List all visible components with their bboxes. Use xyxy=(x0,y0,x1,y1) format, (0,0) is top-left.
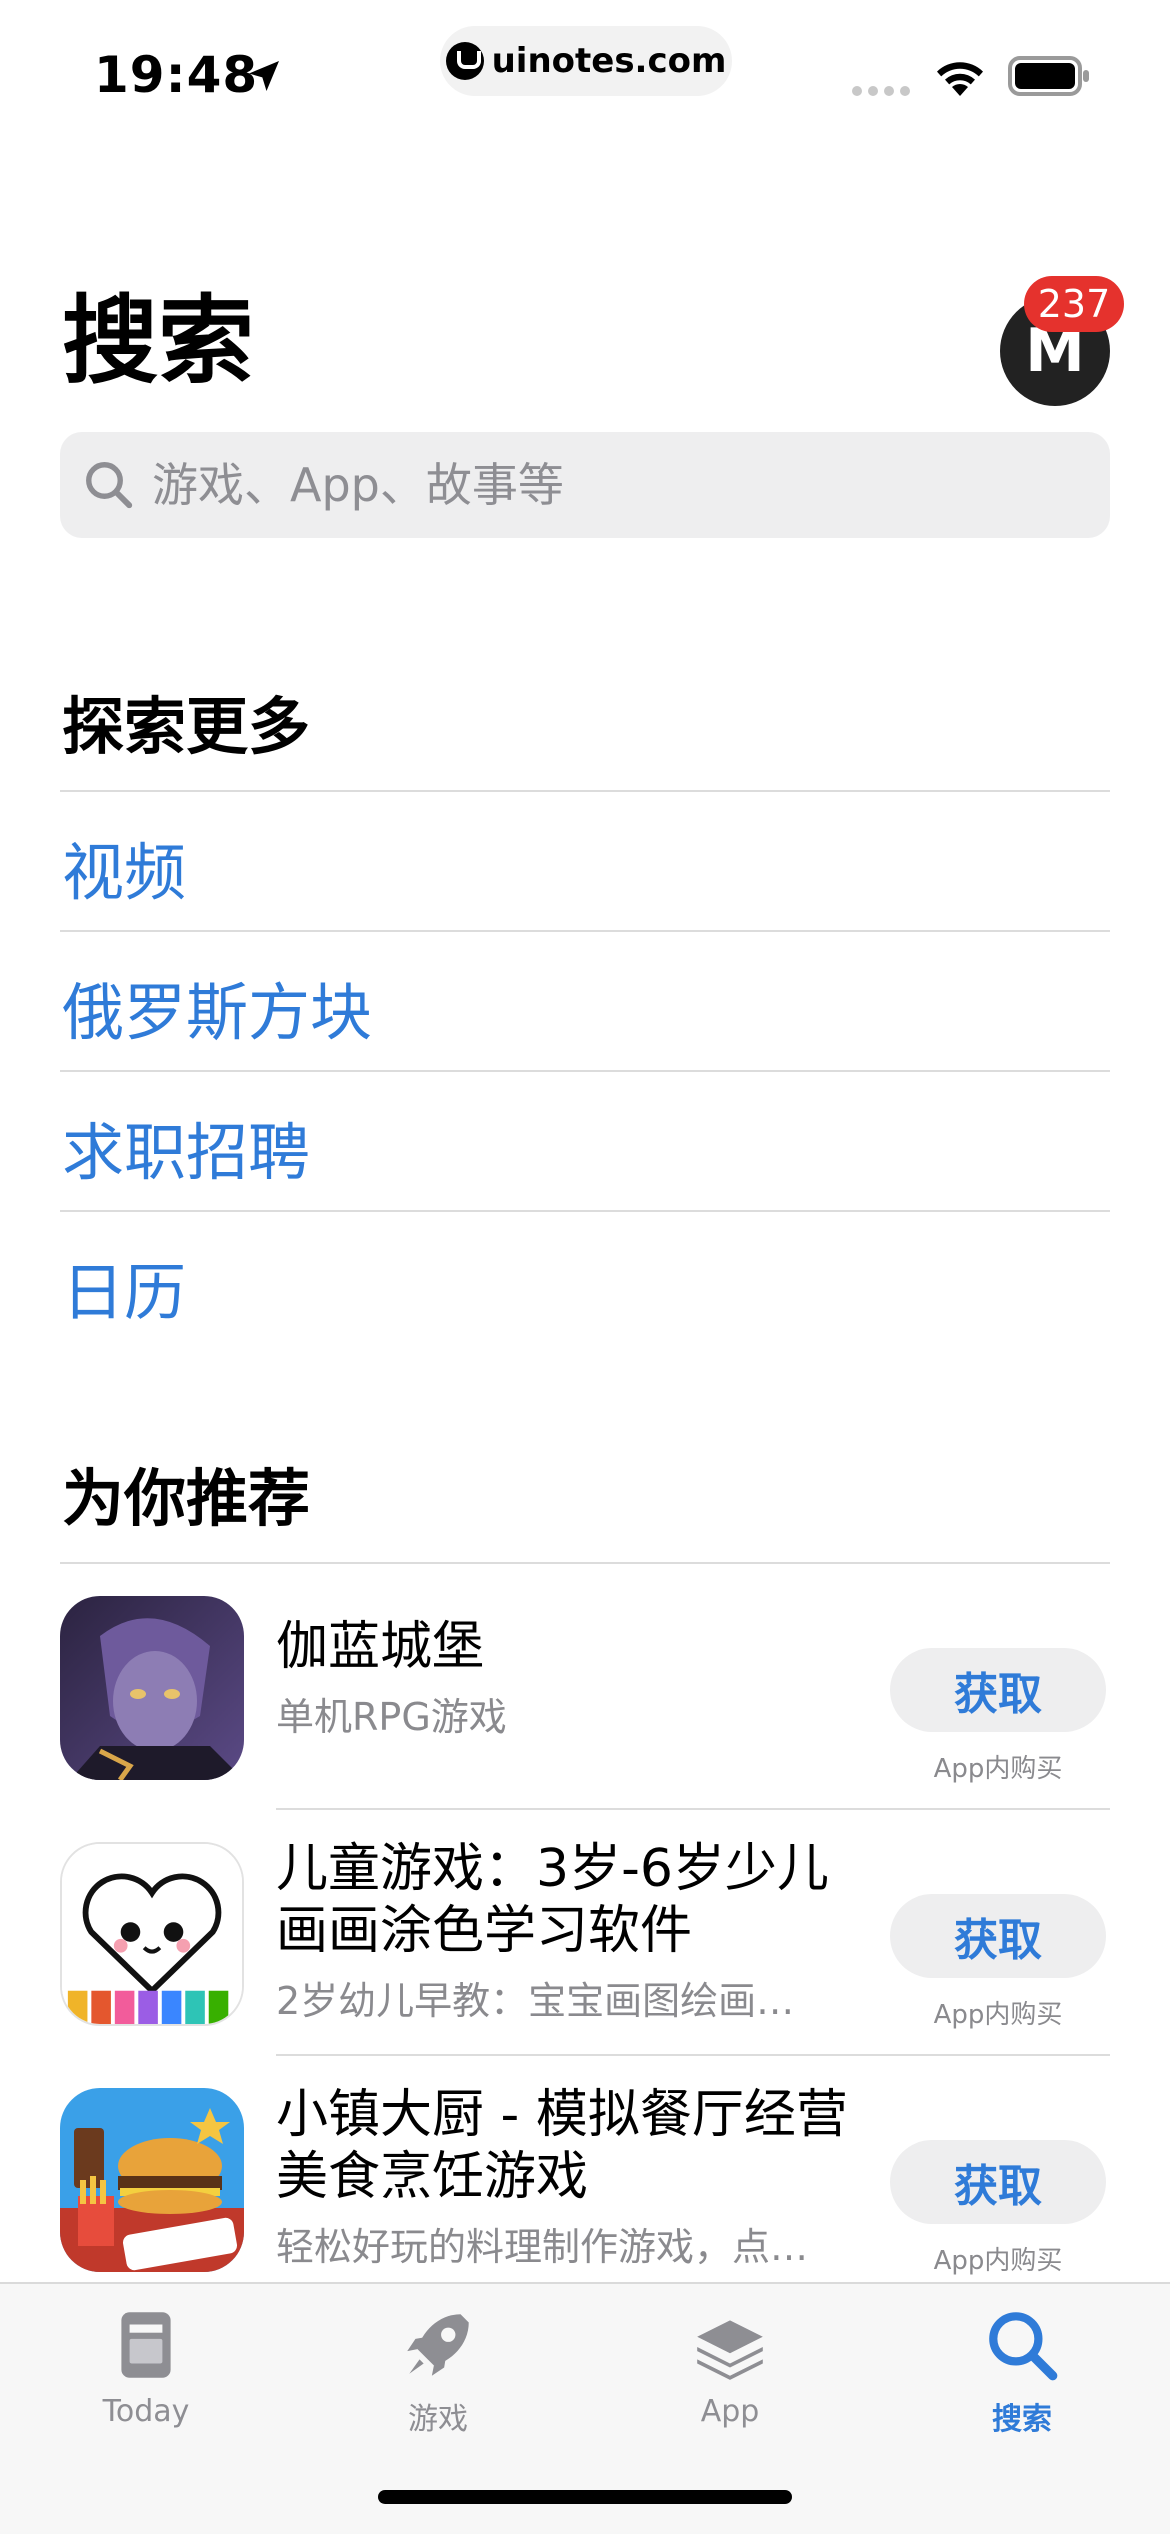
app-name: 儿童游戏：3岁-6岁少儿画画涂色学习软件 xyxy=(276,1839,829,1961)
in-app-purchase-label: App内购买 xyxy=(933,2000,1063,2030)
location-arrow-icon xyxy=(249,61,279,91)
get-button[interactable]: 获取 xyxy=(890,1648,1106,1732)
uinotes-logo-icon xyxy=(445,42,484,80)
divider xyxy=(60,930,1110,932)
app-row-kids-drawing[interactable]: 儿童游戏：3岁-6岁少儿画画涂色学习软件 2岁幼儿早教：宝宝画图绘画… 获取 A… xyxy=(60,1810,1110,2056)
app-name: 伽蓝城堡 xyxy=(276,1617,485,1677)
app-subtitle: 单机RPG游戏 xyxy=(276,1695,507,1739)
tab-label: 搜索 xyxy=(992,2402,1052,2437)
tab-today[interactable]: Today xyxy=(46,2304,246,2429)
divider xyxy=(60,1070,1110,1072)
tab-label: App xyxy=(700,2394,760,2429)
status-bar: 19:48 uinotes.com xyxy=(0,0,1170,150)
divider xyxy=(60,790,1110,792)
explore-item-jobs[interactable]: 求职招聘 xyxy=(62,1102,310,1192)
tab-games[interactable]: 游戏 xyxy=(338,2304,538,2438)
recommended-section-title: 为你推荐 xyxy=(62,1462,311,1535)
explore-item-video[interactable]: 视频 xyxy=(62,822,186,912)
tab-search[interactable]: 搜索 xyxy=(922,2304,1122,2438)
app-icon-heart-drawing xyxy=(60,1842,244,2026)
app-subtitle: 2岁幼儿早教：宝宝画图绘画… xyxy=(276,1979,795,2023)
today-icon xyxy=(121,2312,171,2378)
tab-label: 游戏 xyxy=(408,2402,468,2437)
battery-icon xyxy=(1008,56,1089,96)
search-icon xyxy=(989,2312,1058,2381)
app-subtitle: 轻松好玩的料理制作游戏，点… xyxy=(276,2225,809,2269)
get-button[interactable]: 获取 xyxy=(890,1894,1106,1978)
wifi-icon xyxy=(937,62,983,96)
get-button[interactable]: 获取 xyxy=(890,2140,1106,2224)
explore-item-calendar[interactable]: 日历 xyxy=(62,1242,186,1332)
app-icon-burger-game xyxy=(60,2088,244,2272)
url-pill[interactable]: uinotes.com xyxy=(440,26,732,96)
status-time: 19:48 xyxy=(94,46,259,104)
in-app-purchase-label: App内购买 xyxy=(933,2246,1063,2276)
cellular-signal-icon xyxy=(852,86,910,96)
app-row-town-chef[interactable]: 小镇大厨 - 模拟餐厅经营美食烹饪游戏 轻松好玩的料理制作游戏，点… 获取 Ap… xyxy=(60,2056,1110,2302)
explore-section-title: 探索更多 xyxy=(62,690,311,763)
app-name: 小镇大厨 - 模拟餐厅经营美食烹饪游戏 xyxy=(276,2085,848,2207)
app-icon-castle-game xyxy=(60,1596,244,1780)
tab-apps[interactable]: App xyxy=(630,2304,830,2429)
tab-label: Today xyxy=(102,2394,190,2429)
in-app-purchase-label: App内购买 xyxy=(933,1754,1063,1784)
page-title: 搜索 xyxy=(62,285,254,397)
explore-item-tetris[interactable]: 俄罗斯方块 xyxy=(62,962,372,1052)
home-indicator[interactable] xyxy=(378,2490,792,2504)
notification-badge: 237 xyxy=(1024,276,1124,332)
url-text: uinotes.com xyxy=(491,41,727,81)
rocket-icon xyxy=(407,2314,469,2376)
apps-stack-icon xyxy=(697,2320,763,2380)
search-icon xyxy=(86,462,133,509)
search-input[interactable] xyxy=(150,457,1054,513)
search-bar[interactable] xyxy=(60,432,1110,538)
divider xyxy=(60,1210,1110,1212)
app-row-castle[interactable]: 伽蓝城堡 单机RPG游戏 获取 App内购买 xyxy=(60,1564,1110,1810)
